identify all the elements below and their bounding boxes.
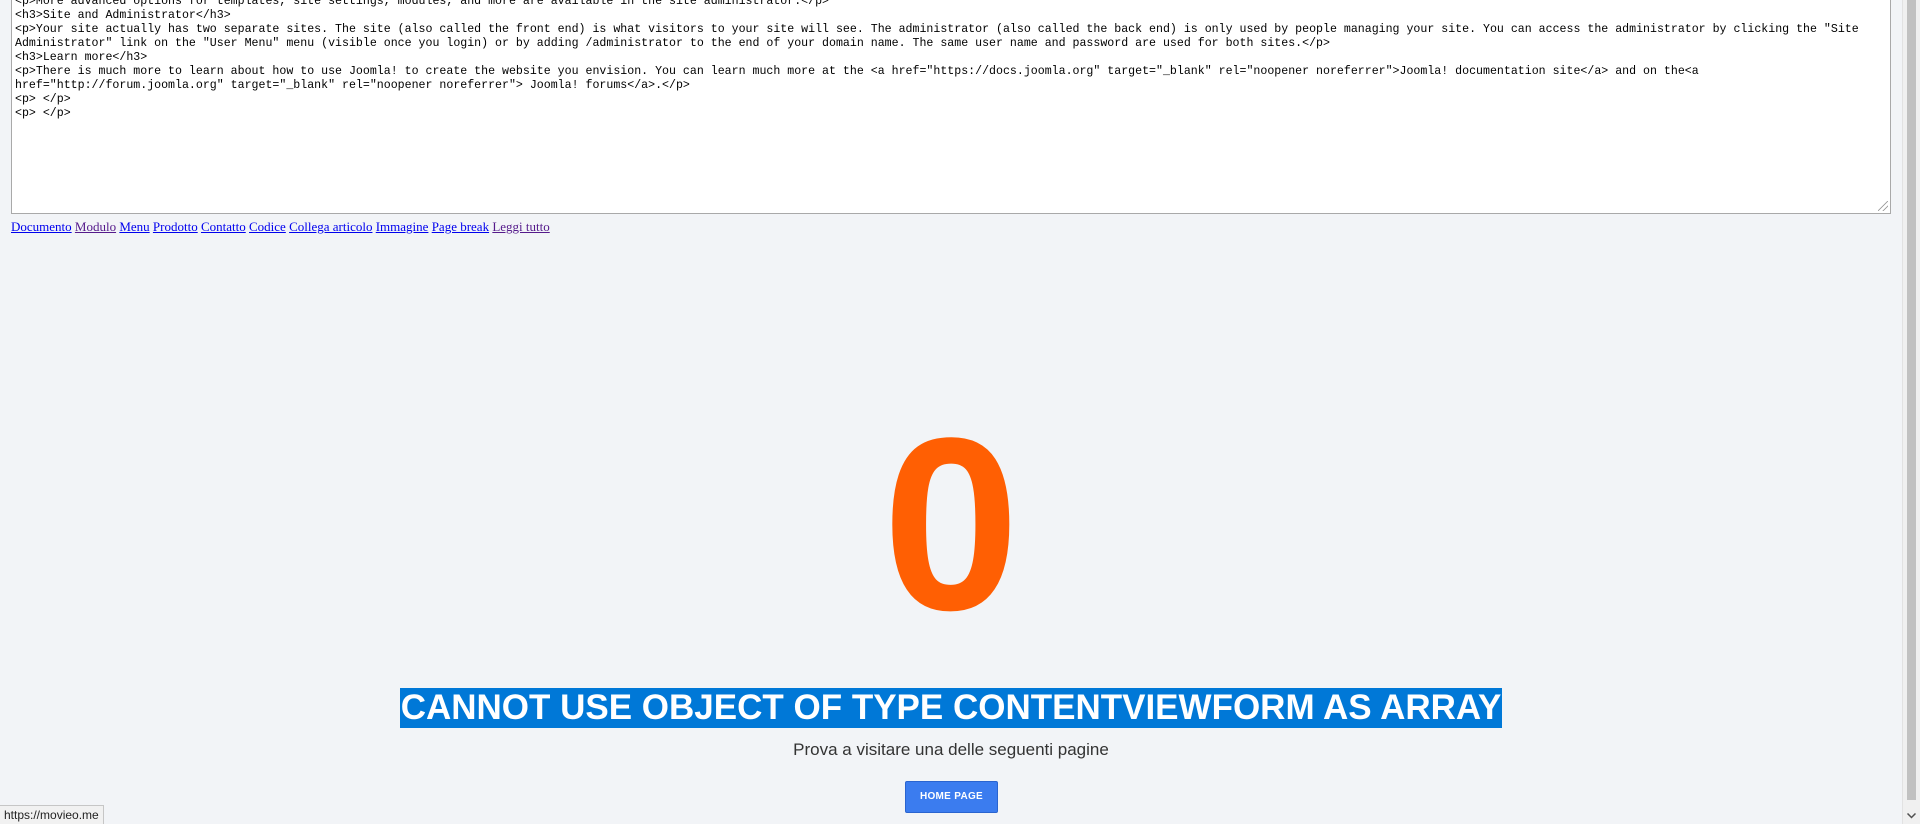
vertical-scrollbar[interactable] bbox=[1902, 0, 1920, 824]
error-page: <p>More advanced options for templates, … bbox=[0, 0, 1902, 824]
resize-grip-icon[interactable] bbox=[1878, 201, 1888, 211]
chevron-down-icon[interactable] bbox=[1903, 807, 1920, 824]
error-title-container: CANNOT USE OBJECT OF TYPE CONTENTVIEWFOR… bbox=[0, 688, 1902, 728]
editor-line: <p> </p> bbox=[15, 93, 71, 106]
editor-line: <h3>Site and Administrator</h3> bbox=[15, 9, 231, 22]
editor-button-page-break[interactable]: Page break bbox=[432, 219, 489, 234]
editor-button-immagine[interactable]: Immagine bbox=[376, 219, 429, 234]
editor-line: <p>There is much more to learn about how… bbox=[15, 65, 1706, 92]
editor-line: <p> </p> bbox=[15, 107, 71, 120]
editor-button-modulo[interactable]: Modulo bbox=[75, 219, 116, 234]
editor-button-codice[interactable]: Codice bbox=[249, 219, 286, 234]
editor-button-documento[interactable]: Documento bbox=[11, 219, 72, 234]
editor-button-collega-articolo[interactable]: Collega articolo bbox=[289, 219, 372, 234]
home-page-button[interactable]: HOME PAGE bbox=[905, 781, 998, 813]
editor-button-prodotto[interactable]: Prodotto bbox=[153, 219, 198, 234]
status-bar-url: https://movieo.me bbox=[0, 805, 104, 824]
editor-line: <p>More advanced options for templates, … bbox=[15, 0, 830, 8]
article-text-editor[interactable]: <p>More advanced options for templates, … bbox=[11, 0, 1891, 214]
editor-button-bar: Documento Modulo Menu Prodotto Contatto … bbox=[11, 219, 550, 235]
editor-line: <p>Your site actually has two separate s… bbox=[15, 23, 1866, 50]
editor-button-leggi-tutto[interactable]: Leggi tutto bbox=[492, 219, 549, 234]
editor-button-contatto[interactable]: Contatto bbox=[201, 219, 246, 234]
editor-button-menu[interactable]: Menu bbox=[119, 219, 149, 234]
error-subtitle: Prova a visitare una delle seguenti pagi… bbox=[793, 740, 1109, 759]
scrollbar-thumb[interactable] bbox=[1907, 0, 1916, 800]
editor-line: <h3>Learn more</h3> bbox=[15, 51, 148, 64]
error-message: CANNOT USE OBJECT OF TYPE CONTENTVIEWFOR… bbox=[399, 688, 1503, 728]
editor-content[interactable]: <p>More advanced options for templates, … bbox=[12, 0, 1890, 213]
error-code: 0 bbox=[882, 387, 1020, 662]
